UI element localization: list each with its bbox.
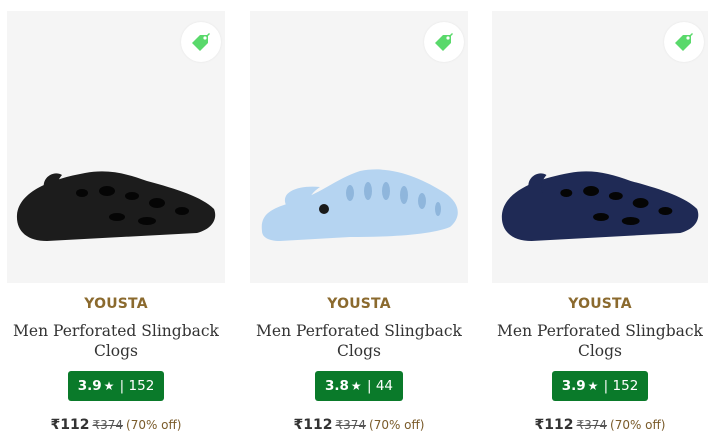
- clog-shoe-image: [16, 171, 216, 241]
- price-tag-icon: [435, 33, 453, 51]
- price-tag-badge[interactable]: [664, 22, 704, 62]
- product-name[interactable]: Men Perforated Slingback Clogs: [7, 321, 225, 361]
- rating-badge: 3.8 ★ | 44: [314, 371, 404, 401]
- sale-price: ₹112: [534, 417, 574, 433]
- brand-name: YOUSTA: [568, 296, 632, 312]
- price-row: ₹112 ₹374 (70% off): [7, 414, 225, 433]
- discount-text: (70% off): [610, 418, 666, 432]
- product-image[interactable]: [250, 11, 468, 283]
- product-grid: YOUSTA Men Perforated Slingback Clogs 3.…: [0, 0, 715, 437]
- price-tag-badge[interactable]: [181, 22, 221, 62]
- rating-badge: 3.9 ★ | 152: [551, 371, 649, 401]
- clog-shoe-image: [501, 171, 699, 241]
- product-name-line: Clogs: [577, 342, 623, 360]
- rating-separator: |: [119, 378, 125, 394]
- sale-price: ₹112: [50, 417, 90, 433]
- rating-count: 44: [375, 378, 394, 394]
- discount-text: (70% off): [369, 418, 425, 432]
- product-card[interactable]: YOUSTA Men Perforated Slingback Clogs 3.…: [7, 0, 225, 437]
- discount-text: (70% off): [126, 418, 182, 432]
- brand-name: YOUSTA: [84, 296, 148, 312]
- rating-separator: |: [366, 378, 372, 394]
- product-name-line: Men Perforated Slingback: [256, 322, 462, 340]
- brand-name: YOUSTA: [327, 296, 391, 312]
- price-tag-badge[interactable]: [424, 22, 464, 62]
- price-tag-icon: [192, 33, 210, 51]
- product-card[interactable]: YOUSTA Men Perforated Slingback Clogs 3.…: [492, 0, 708, 437]
- star-icon: ★: [103, 379, 115, 393]
- product-image[interactable]: [492, 11, 708, 283]
- price-row: ₹112 ₹374 (70% off): [492, 414, 708, 433]
- star-icon: ★: [587, 379, 599, 393]
- product-image[interactable]: [7, 11, 225, 283]
- product-name-line: Men Perforated Slingback: [497, 322, 703, 340]
- rating-count: 152: [612, 378, 639, 394]
- product-name-line: Clogs: [93, 342, 139, 360]
- product-name[interactable]: Men Perforated Slingback Clogs: [492, 321, 708, 361]
- price-tag-icon: [675, 33, 693, 51]
- rating-separator: |: [603, 378, 609, 394]
- product-name-line: Men Perforated Slingback: [13, 322, 219, 340]
- original-price: ₹374: [576, 418, 608, 432]
- rating-value: 3.8: [324, 378, 349, 394]
- rating-value: 3.9: [561, 378, 586, 394]
- star-icon: ★: [350, 379, 362, 393]
- product-card[interactable]: YOUSTA Men Perforated Slingback Clogs 3.…: [250, 0, 468, 437]
- clog-shoe-image: [261, 169, 458, 241]
- rating-badge: 3.9 ★ | 152: [67, 371, 165, 401]
- price-row: ₹112 ₹374 (70% off): [250, 414, 468, 433]
- rating-count: 152: [128, 378, 155, 394]
- product-name[interactable]: Men Perforated Slingback Clogs: [250, 321, 468, 361]
- original-price: ₹374: [335, 418, 367, 432]
- original-price: ₹374: [92, 418, 124, 432]
- rating-value: 3.9: [77, 378, 102, 394]
- product-name-line: Clogs: [336, 342, 382, 360]
- sale-price: ₹112: [293, 417, 333, 433]
